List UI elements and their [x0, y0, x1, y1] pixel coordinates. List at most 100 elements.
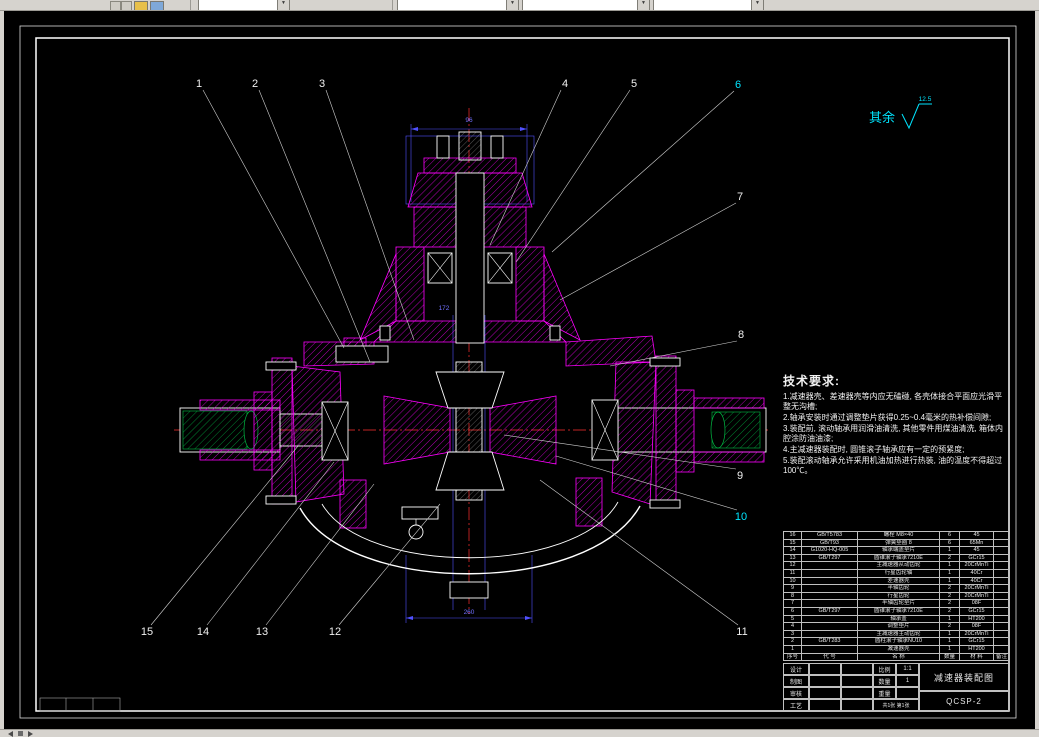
next-tab-icon[interactable]: [28, 731, 33, 737]
bom-cell: 20CrMnTi: [959, 561, 994, 570]
titleblock-date-cell: [841, 675, 873, 687]
part-callout-5: 5: [631, 78, 637, 90]
bom-header-cell: 代 号: [801, 652, 858, 662]
tech-requirement-item: 2.轴承安装时通过调整垫片获得0.25~0.4毫米的热补偿间隙;: [783, 413, 992, 422]
bom-cell: 15: [783, 538, 802, 548]
bom-row: 3 主减速器主动齿轮 1 20CrMnTi: [783, 629, 1010, 639]
layer-combobox-value: [202, 0, 276, 9]
roughness-symbol-icon: [901, 103, 920, 130]
bom-cell: GB/T5783: [801, 531, 858, 540]
toolbar-button[interactable]: [110, 1, 121, 10]
bom-cell: [993, 644, 1010, 654]
titleblock-signature-cell: [809, 663, 841, 675]
bom-cell: 1: [939, 629, 960, 639]
bom-cell: 圆柱滚子轴承NU10: [857, 637, 940, 646]
bom-cell: [801, 644, 858, 654]
bom-row: 4 调整垫片 2 08F: [783, 622, 1010, 631]
bom-cell: 10: [783, 576, 802, 586]
bom-cell: 主减速器从动齿轮: [857, 561, 940, 570]
bom-cell: [993, 606, 1010, 616]
dimension-text-0: 96: [465, 117, 473, 124]
title-block: 设计 制图 审核 工艺 比例 1:1 数量 1 重量 共1张 第1张 减速器装配…: [783, 663, 1009, 711]
bom-body: 16 GB/T5783 螺栓 M8×40 6 45 15 GB/T93 弹簧垫圈 8 6 65Mn…: [783, 531, 1010, 662]
bom-cell: [801, 629, 858, 639]
bom-cell: [993, 553, 1010, 563]
bom-cell: G1020-HQ-005: [801, 546, 858, 555]
bom-cell: 3: [783, 629, 802, 639]
bom-cell: [801, 584, 858, 593]
top-toolbar: ▼ ▼ ▼ ▼: [0, 0, 1039, 11]
tech-requirement-item: 3.装配前, 滚动轴承用润滑油清洗, 其他零件用煤油清洗, 箱体内腔涂防油油漆;: [783, 424, 1004, 443]
part-callout-1: 1: [196, 78, 202, 90]
dropdown-arrow-icon[interactable]: ▼: [506, 0, 518, 10]
bom-cell: 2: [939, 622, 960, 631]
bom-cell: 2: [939, 553, 960, 563]
bom-cell: 半轴齿轮: [857, 584, 940, 593]
bom-cell: [993, 591, 1010, 601]
linetype-combobox[interactable]: ▼: [522, 0, 650, 10]
technical-requirements-title: 技术要求:: [783, 374, 840, 388]
bom-cell: 2: [783, 637, 802, 646]
save-file-icon[interactable]: [150, 1, 164, 10]
bom-cell: 65Mn: [959, 538, 994, 548]
bom-cell: 螺栓 M8×40: [857, 531, 940, 540]
dropdown-arrow-icon[interactable]: ▼: [751, 0, 763, 10]
bom-header-row: 序号代 号名 称数量材 料备注: [783, 652, 1010, 662]
linetype-combobox-value: [526, 0, 636, 9]
bom-cell: 6: [939, 531, 960, 540]
bom-cell: 45: [959, 531, 994, 540]
part-callout-14: 14: [197, 626, 209, 638]
open-file-icon[interactable]: [134, 1, 148, 10]
bom-cell: 减速器壳: [857, 644, 940, 654]
lineweight-combobox-value: [657, 0, 750, 9]
titleblock-signature-cell: [809, 699, 841, 711]
titleblock-row-label: 审核: [783, 687, 809, 699]
bom-cell: HT200: [959, 644, 994, 654]
dropdown-arrow-icon[interactable]: ▼: [277, 0, 289, 10]
bom-cell: 08F: [959, 599, 994, 608]
bom-table: 16 GB/T5783 螺栓 M8×40 6 45 15 GB/T93 弹簧垫圈 8 6 65Mn…: [783, 531, 1010, 662]
part-callout-4: 4: [562, 78, 568, 90]
bom-cell: 1: [939, 576, 960, 586]
bom-cell: GCr15: [959, 606, 994, 616]
bom-cell: 1: [939, 637, 960, 646]
bom-cell: 轴承端盖垫片: [857, 546, 940, 555]
tech-requirement-item: 4.主减速器装配时, 圆锥滚子轴承应有一定的预紧度;: [783, 445, 965, 454]
cad-canvas[interactable]: 其余 12.5 1 2 3 4 5 6 7 8 9 10 11 12 13 14 15 96 172 260 技术…: [4, 10, 1035, 729]
first-tab-icon[interactable]: [8, 731, 13, 737]
weight-label: 重量: [873, 687, 896, 699]
bom-cell: 1: [783, 644, 802, 654]
dropdown-arrow-icon[interactable]: ▼: [637, 0, 649, 10]
leader-line-2: [258, 89, 371, 363]
leader-line-1: [202, 89, 345, 349]
technical-requirements: 技术要求: 1.减速器壳、差速器壳等内应无磕碰, 各壳体接合平面应光滑平整无沟槽…: [783, 372, 1007, 477]
lineweight-combobox[interactable]: ▼: [653, 0, 764, 10]
layer-combobox[interactable]: ▼: [198, 0, 290, 10]
bom-cell: 20CrMnTi: [959, 629, 994, 639]
bom-cell: [993, 531, 1010, 540]
bom-cell: 差速器壳: [857, 576, 940, 586]
toolbar-button[interactable]: [121, 1, 132, 10]
color-combobox[interactable]: ▼: [397, 0, 519, 10]
model-tab-icon[interactable]: [18, 731, 23, 736]
bom-row: 9 半轴齿轮 2 20CrMnTi: [783, 584, 1010, 593]
bom-cell: [801, 622, 858, 631]
part-callout-13: 13: [256, 626, 268, 638]
roughness-value: 12.5: [919, 96, 932, 103]
bom-cell: GB/T283: [801, 637, 858, 646]
sheet-count: 共1张 第1张: [873, 699, 919, 711]
part-callout-9: 9: [737, 470, 743, 482]
part-callout-6: 6: [735, 79, 741, 91]
bom-cell: [801, 561, 858, 570]
bom-cell: 1: [939, 568, 960, 578]
bom-cell: 2: [939, 584, 960, 593]
bom-cell: 6: [783, 606, 802, 616]
bom-cell: 行星齿轮: [857, 591, 940, 601]
bom-cell: 2: [939, 591, 960, 601]
part-callout-7: 7: [737, 191, 743, 203]
bom-cell: [993, 614, 1010, 624]
status-bar: [0, 729, 1039, 737]
bom-header-cell: 材 料: [959, 652, 994, 662]
bom-cell: 1: [939, 546, 960, 555]
bom-cell: 4: [783, 622, 802, 631]
